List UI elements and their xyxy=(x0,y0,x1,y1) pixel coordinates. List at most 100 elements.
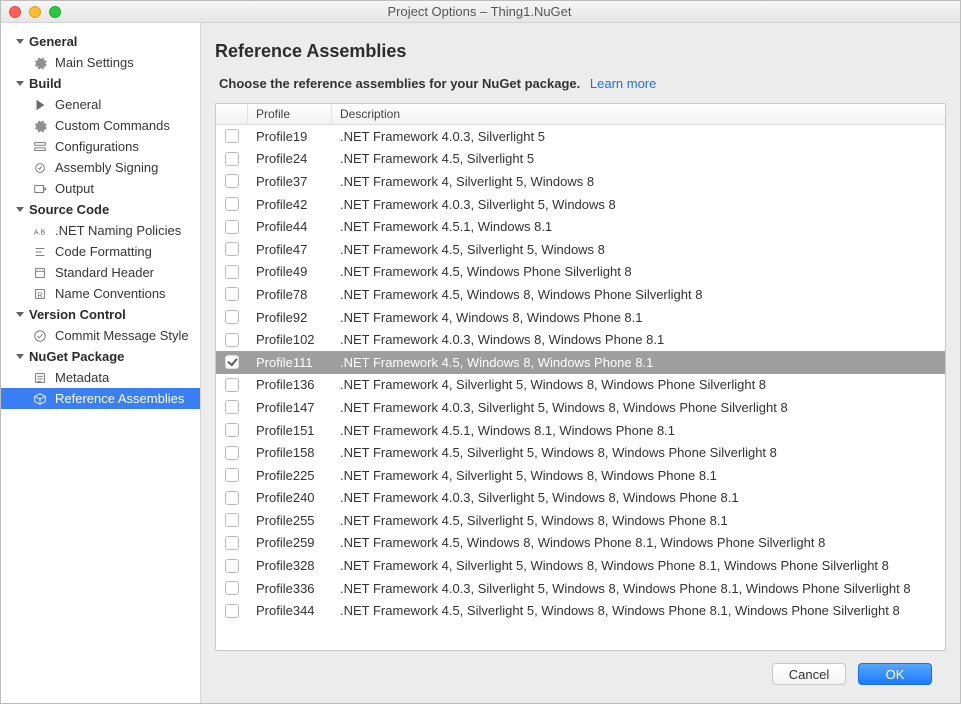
row-description: .NET Framework 4, Silverlight 5, Windows… xyxy=(332,375,945,394)
row-checkbox-cell xyxy=(216,263,248,281)
disclosure-icon xyxy=(15,79,25,89)
ok-button[interactable]: OK xyxy=(858,663,932,685)
table-row[interactable]: Profile47.NET Framework 4.5, Silverlight… xyxy=(216,238,945,261)
sidebar-group-label: General xyxy=(29,34,77,49)
table-row[interactable]: Profile49.NET Framework 4.5, Windows Pho… xyxy=(216,261,945,284)
table-body[interactable]: Profile19.NET Framework 4.0.3, Silverlig… xyxy=(216,125,945,650)
page-title: Reference Assemblies xyxy=(215,37,946,76)
hdr-icon xyxy=(33,266,47,280)
fmt-icon xyxy=(33,245,47,259)
row-checkbox[interactable] xyxy=(225,378,239,392)
sidebar-item[interactable]: Standard Header xyxy=(1,262,200,283)
table-row[interactable]: Profile24.NET Framework 4.5, Silverlight… xyxy=(216,148,945,171)
sidebar-item[interactable]: A.B.NET Naming Policies xyxy=(1,220,200,241)
table-row[interactable]: Profile111.NET Framework 4.5, Windows 8,… xyxy=(216,351,945,374)
row-checkbox[interactable] xyxy=(225,152,239,166)
row-profile: Profile37 xyxy=(248,172,332,191)
row-checkbox[interactable] xyxy=(225,536,239,550)
row-description: .NET Framework 4.0.3, Windows 8, Windows… xyxy=(332,330,945,349)
row-checkbox[interactable] xyxy=(225,129,239,143)
row-checkbox[interactable] xyxy=(225,174,239,188)
table-row[interactable]: Profile259.NET Framework 4.5, Windows 8,… xyxy=(216,532,945,555)
row-checkbox[interactable] xyxy=(225,581,239,595)
table-row[interactable]: Profile19.NET Framework 4.0.3, Silverlig… xyxy=(216,125,945,148)
table-row[interactable]: Profile78.NET Framework 4.5, Windows 8, … xyxy=(216,283,945,306)
row-checkbox[interactable] xyxy=(225,333,239,347)
sidebar-item[interactable]: Metadata xyxy=(1,367,200,388)
disclosure-icon xyxy=(15,37,25,47)
row-checkbox[interactable] xyxy=(225,355,239,369)
row-checkbox-cell xyxy=(216,376,248,394)
row-description: .NET Framework 4.5.1, Windows 8.1 xyxy=(332,217,945,236)
row-checkbox[interactable] xyxy=(225,559,239,573)
sidebar-group-header[interactable]: Version Control xyxy=(1,304,200,325)
row-checkbox[interactable] xyxy=(225,220,239,234)
sidebar-item-label: Reference Assemblies xyxy=(55,391,184,406)
table-header: Profile Description xyxy=(216,104,945,125)
table-row[interactable]: Profile102.NET Framework 4.0.3, Windows … xyxy=(216,328,945,351)
prompt-bold: Choose the reference assemblies for your… xyxy=(219,76,580,91)
sign-icon xyxy=(33,161,47,175)
row-checkbox[interactable] xyxy=(225,513,239,527)
row-checkbox-cell xyxy=(216,195,248,213)
table-row[interactable]: Profile37.NET Framework 4, Silverlight 5… xyxy=(216,170,945,193)
conv-icon: R xyxy=(33,287,47,301)
sidebar-item[interactable]: Code Formatting xyxy=(1,241,200,262)
row-checkbox[interactable] xyxy=(225,446,239,460)
row-description: .NET Framework 4.5, Windows Phone Silver… xyxy=(332,262,945,281)
sidebar-item[interactable]: Commit Message Style xyxy=(1,325,200,346)
sidebar-item[interactable]: Output xyxy=(1,178,200,199)
row-checkbox[interactable] xyxy=(225,265,239,279)
sidebar: GeneralMain SettingsBuildGeneralCustom C… xyxy=(1,23,201,703)
row-checkbox[interactable] xyxy=(225,400,239,414)
table-row[interactable]: Profile336.NET Framework 4.0.3, Silverli… xyxy=(216,577,945,600)
sidebar-group-header[interactable]: Source Code xyxy=(1,199,200,220)
row-checkbox[interactable] xyxy=(225,197,239,211)
svg-text:R: R xyxy=(37,292,42,299)
row-checkbox[interactable] xyxy=(225,468,239,482)
sidebar-item[interactable]: Custom Commands xyxy=(1,115,200,136)
row-checkbox[interactable] xyxy=(225,242,239,256)
table-row[interactable]: Profile328.NET Framework 4, Silverlight … xyxy=(216,554,945,577)
row-profile: Profile102 xyxy=(248,330,332,349)
table-row[interactable]: Profile136.NET Framework 4, Silverlight … xyxy=(216,374,945,397)
pkg-icon xyxy=(33,392,47,406)
table-row[interactable]: Profile147.NET Framework 4.0.3, Silverli… xyxy=(216,396,945,419)
row-profile: Profile78 xyxy=(248,285,332,304)
column-profile[interactable]: Profile xyxy=(248,104,332,124)
column-check xyxy=(216,104,248,124)
gear-icon xyxy=(33,119,47,133)
cancel-button[interactable]: Cancel xyxy=(772,663,846,685)
disclosure-icon xyxy=(15,352,25,362)
table-row[interactable]: Profile255.NET Framework 4.5, Silverligh… xyxy=(216,509,945,532)
sidebar-item[interactable]: RName Conventions xyxy=(1,283,200,304)
column-description[interactable]: Description xyxy=(332,104,945,124)
sidebar-item-label: Code Formatting xyxy=(55,244,152,259)
table-row[interactable]: Profile44.NET Framework 4.5.1, Windows 8… xyxy=(216,215,945,238)
table-row[interactable]: Profile344.NET Framework 4.5, Silverligh… xyxy=(216,599,945,622)
sidebar-item[interactable]: Assembly Signing xyxy=(1,157,200,178)
row-checkbox-cell xyxy=(216,127,248,145)
table-row[interactable]: Profile240.NET Framework 4.0.3, Silverli… xyxy=(216,487,945,510)
row-checkbox[interactable] xyxy=(225,310,239,324)
sidebar-item[interactable]: General xyxy=(1,94,200,115)
row-profile: Profile259 xyxy=(248,533,332,552)
sidebar-item[interactable]: Reference Assemblies xyxy=(1,388,200,409)
row-checkbox[interactable] xyxy=(225,423,239,437)
sidebar-group-header[interactable]: NuGet Package xyxy=(1,346,200,367)
sidebar-item[interactable]: Configurations xyxy=(1,136,200,157)
table-row[interactable]: Profile42.NET Framework 4.0.3, Silverlig… xyxy=(216,193,945,216)
row-checkbox[interactable] xyxy=(225,287,239,301)
row-checkbox[interactable] xyxy=(225,604,239,618)
sidebar-group-header[interactable]: Build xyxy=(1,73,200,94)
table-row[interactable]: Profile158.NET Framework 4.5, Silverligh… xyxy=(216,441,945,464)
table-row[interactable]: Profile225.NET Framework 4, Silverlight … xyxy=(216,464,945,487)
row-profile: Profile92 xyxy=(248,308,332,327)
row-profile: Profile42 xyxy=(248,195,332,214)
sidebar-item[interactable]: Main Settings xyxy=(1,52,200,73)
table-row[interactable]: Profile151.NET Framework 4.5.1, Windows … xyxy=(216,419,945,442)
sidebar-group-header[interactable]: General xyxy=(1,31,200,52)
learn-more-link[interactable]: Learn more xyxy=(590,76,656,91)
table-row[interactable]: Profile92.NET Framework 4, Windows 8, Wi… xyxy=(216,306,945,329)
row-checkbox[interactable] xyxy=(225,491,239,505)
